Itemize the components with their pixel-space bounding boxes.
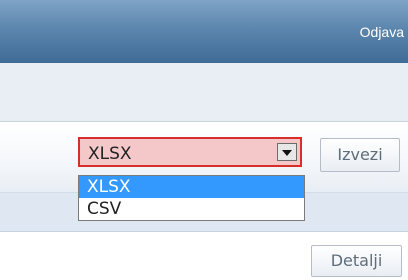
dropdown-arrow-button[interactable] — [277, 143, 297, 161]
format-dropdown-list: XLSX CSV — [78, 175, 305, 221]
format-option-xlsx[interactable]: XLSX — [79, 176, 304, 198]
chevron-down-icon — [282, 150, 292, 156]
details-button[interactable]: Detalji — [311, 245, 402, 277]
content-band — [0, 63, 408, 122]
format-select[interactable]: XLSX — [78, 137, 302, 167]
format-option-csv[interactable]: CSV — [79, 198, 304, 220]
export-button[interactable]: Izvezi — [320, 138, 400, 172]
top-header-bar: Odjava — [0, 0, 408, 63]
format-select-value: XLSX — [88, 144, 132, 164]
logout-link[interactable]: Odjava — [360, 24, 404, 40]
